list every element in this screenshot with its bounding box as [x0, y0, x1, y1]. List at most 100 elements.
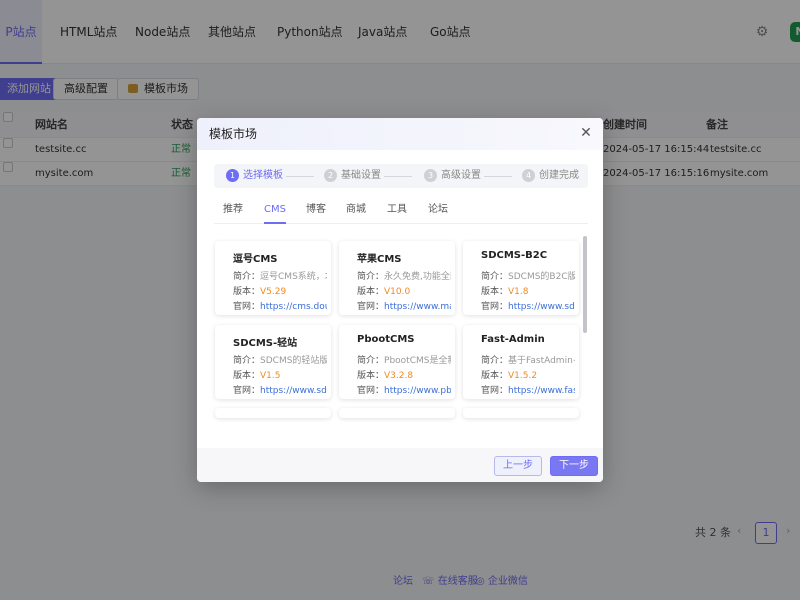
site-label: 官网： — [357, 386, 385, 396]
dialog-footer — [197, 448, 603, 482]
dialog-title: 模板市场 — [209, 127, 258, 141]
version-label: 版本： — [357, 371, 385, 381]
template-intro: 简介：永久免费,功能全面 — [357, 269, 451, 282]
template-version: 版本：V1.8 — [481, 284, 575, 297]
step-advanced-settings: 3 高级设置 — [424, 164, 481, 188]
template-version: 版本：V1.5.2 — [481, 368, 575, 381]
template-version: 版本：V5.29 — [233, 284, 327, 297]
intro-label: 简介： — [481, 272, 509, 282]
tab-cms[interactable]: CMS — [264, 198, 286, 224]
step-number: 1 — [226, 169, 239, 182]
template-name: SDCMS-B2C — [481, 250, 548, 261]
site-label: 官网： — [233, 386, 261, 396]
template-site: 官网：https://www.sdc — [233, 383, 327, 396]
step-label: 高级设置 — [441, 170, 481, 181]
template-version: 版本：V1.5 — [233, 368, 327, 381]
next-step-button[interactable]: 下一步 — [550, 456, 598, 476]
version-value: V1.5.2 — [508, 371, 538, 381]
category-tabs: 推荐 CMS 博客 商城 工具 论坛 — [214, 198, 588, 224]
tab-shop[interactable]: 商城 — [346, 198, 366, 224]
template-card[interactable]: Fast-Admin 简介：基于FastAdmin+ 版本：V1.5.2 官网：… — [463, 325, 579, 399]
version-value: V1.8 — [508, 287, 529, 297]
template-site: 官网：https://cms.dou — [233, 299, 327, 312]
step-connector — [484, 176, 512, 177]
site-link[interactable]: https://www.sdc — [260, 386, 327, 396]
tab-forum[interactable]: 论坛 — [428, 198, 448, 224]
step-basic-settings: 2 基础设置 — [324, 164, 381, 188]
intro-label: 简介： — [481, 356, 509, 366]
intro-label: 简介： — [233, 272, 261, 282]
step-indicator: 1 选择模板 2 基础设置 3 高级设置 4 创建完成 — [214, 164, 588, 188]
template-name: 苹果CMS — [357, 254, 402, 265]
step-label: 基础设置 — [341, 170, 381, 181]
template-intro: 简介：SDCMS的B2C版本 — [481, 269, 575, 282]
intro-value: 永久免费,功能全面 — [384, 272, 451, 282]
template-version: 版本：V3.2.8 — [357, 368, 451, 381]
template-site: 官网：https://www.pb — [357, 383, 451, 396]
template-name: 逗号CMS — [233, 254, 278, 265]
tab-blog[interactable]: 博客 — [306, 198, 326, 224]
intro-value: PbootCMS是全新 — [384, 356, 451, 366]
site-link[interactable]: https://www.fas — [508, 386, 575, 396]
template-site: 官网：https://www.ma — [357, 299, 451, 312]
step-label: 创建完成 — [539, 170, 579, 181]
template-card[interactable] — [339, 408, 455, 418]
version-value: V1.5 — [260, 371, 281, 381]
step-number: 3 — [424, 169, 437, 182]
version-label: 版本： — [481, 287, 509, 297]
template-name: SDCMS-轻站 — [233, 338, 298, 349]
version-value: V5.29 — [260, 287, 287, 297]
template-card[interactable]: 苹果CMS 简介：永久免费,功能全面 版本：V10.0 官网：https://w… — [339, 241, 455, 315]
step-number: 4 — [522, 169, 535, 182]
step-select-template: 1 选择模板 — [226, 164, 283, 188]
template-card[interactable]: SDCMS-B2C 简介：SDCMS的B2C版本 版本：V1.8 官网：http… — [463, 241, 579, 315]
site-label: 官网： — [481, 386, 509, 396]
step-number: 2 — [324, 169, 337, 182]
site-link[interactable]: https://www.ma — [384, 302, 451, 312]
template-intro: 简介：PbootCMS是全新 — [357, 353, 451, 366]
version-label: 版本： — [233, 287, 261, 297]
template-site: 官网：https://www.sdc — [481, 299, 575, 312]
step-connector — [384, 176, 412, 177]
template-intro: 简介：SDCMS的轻站版: — [233, 353, 327, 366]
version-label: 版本： — [357, 287, 385, 297]
version-value: V10.0 — [384, 287, 411, 297]
version-label: 版本： — [481, 371, 509, 381]
site-label: 官网： — [233, 302, 261, 312]
site-link[interactable]: https://cms.dou — [260, 302, 327, 312]
template-intro: 简介：基于FastAdmin+ — [481, 353, 575, 366]
step-complete: 4 创建完成 — [522, 164, 579, 188]
tab-recommended[interactable]: 推荐 — [223, 198, 243, 224]
step-label: 选择模板 — [243, 170, 283, 181]
template-card[interactable]: PbootCMS 简介：PbootCMS是全新 版本：V3.2.8 官网：htt… — [339, 325, 455, 399]
template-site: 官网：https://www.fas — [481, 383, 575, 396]
site-link[interactable]: https://www.sdc — [508, 302, 575, 312]
intro-value: SDCMS的轻站版: — [260, 356, 327, 366]
site-link[interactable]: https://www.pb — [384, 386, 451, 396]
dialog-header: 模板市场 ✕ — [197, 118, 603, 150]
intro-label: 简介： — [357, 356, 385, 366]
previous-step-button[interactable]: 上一步 — [494, 456, 542, 476]
intro-value: 基于FastAdmin+ — [508, 356, 575, 366]
site-label: 官网： — [481, 302, 509, 312]
intro-value: SDCMS的B2C版本 — [508, 272, 575, 282]
intro-label: 简介： — [357, 272, 385, 282]
template-market-dialog: 模板市场 ✕ 1 选择模板 2 基础设置 3 高级设置 4 创建完成 推荐 CMS 博客… — [197, 118, 603, 482]
intro-label: 简介： — [233, 356, 261, 366]
template-name: Fast-Admin — [481, 334, 545, 345]
template-card[interactable] — [463, 408, 579, 418]
step-connector — [286, 176, 314, 177]
tab-tools[interactable]: 工具 — [387, 198, 407, 224]
site-label: 官网： — [357, 302, 385, 312]
intro-value: 逗号CMS系统，才 — [260, 272, 327, 282]
template-intro: 简介：逗号CMS系统，才 — [233, 269, 327, 282]
template-version: 版本：V10.0 — [357, 284, 451, 297]
template-card[interactable] — [215, 408, 331, 418]
version-label: 版本： — [233, 371, 261, 381]
version-value: V3.2.8 — [384, 371, 414, 381]
template-card[interactable]: SDCMS-轻站 简介：SDCMS的轻站版: 版本：V1.5 官网：https:… — [215, 325, 331, 399]
template-card[interactable]: 逗号CMS 简介：逗号CMS系统，才 版本：V5.29 官网：https://c… — [215, 241, 331, 315]
card-list-scrollbar[interactable] — [583, 236, 587, 333]
template-name: PbootCMS — [357, 334, 415, 345]
close-icon[interactable]: ✕ — [579, 126, 593, 140]
